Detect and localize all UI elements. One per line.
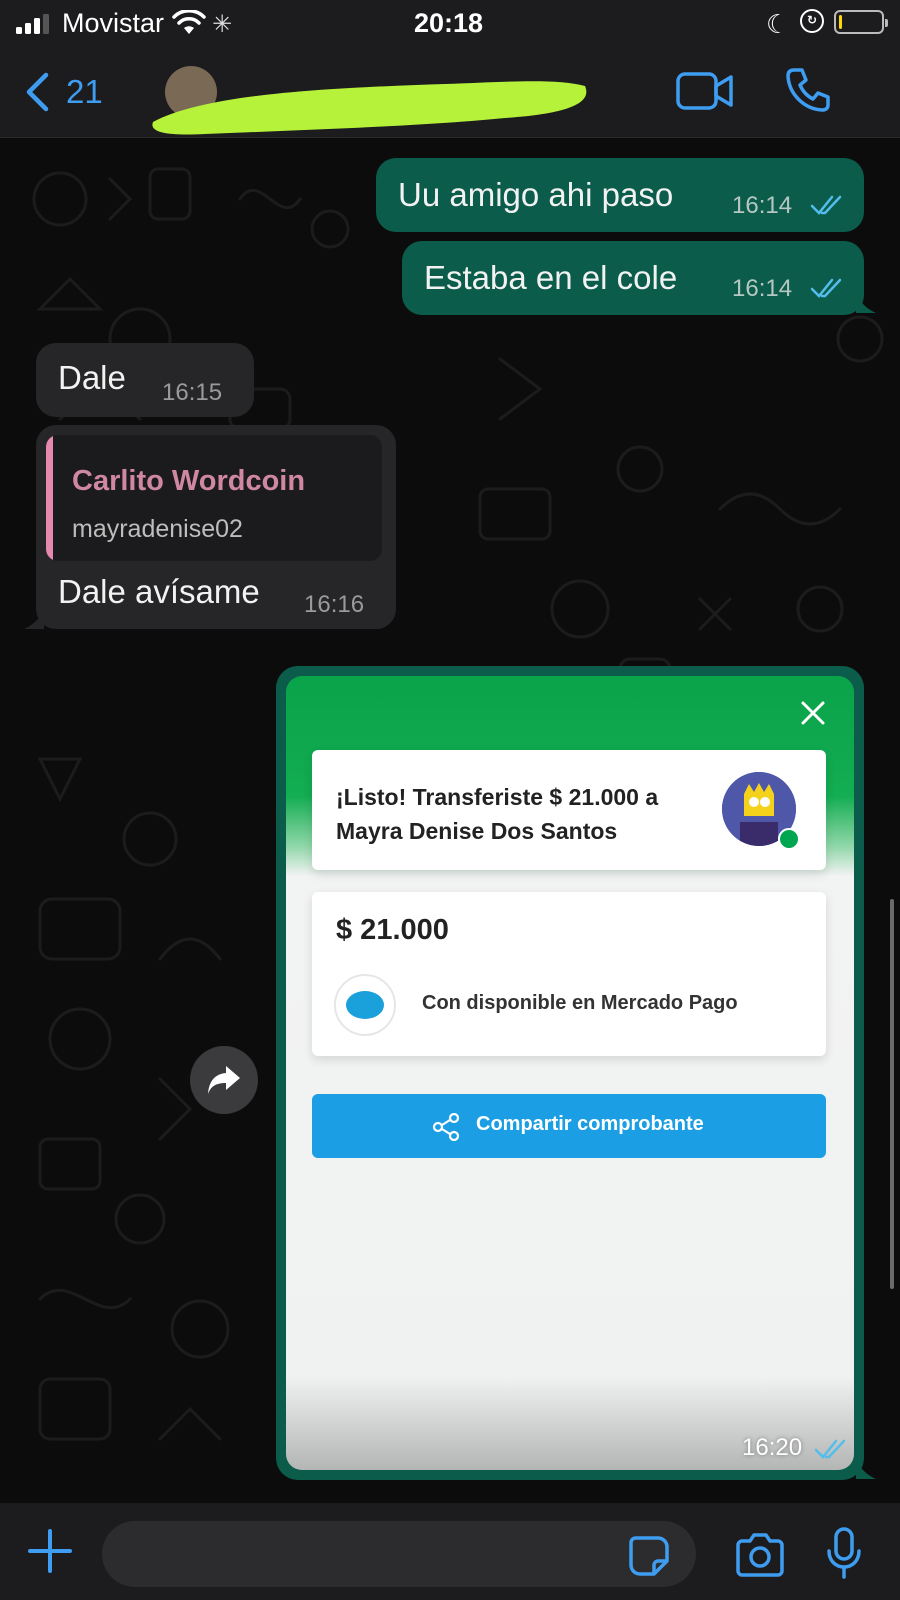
chat-area[interactable]: Uu amigo ahi paso 16:14 Estaba en el col…: [0, 139, 900, 1503]
microphone-icon[interactable]: [826, 1527, 862, 1579]
receipt-screenshot: ¡Listo! Transferiste $ 21.000 a Mayra De…: [286, 676, 854, 1470]
close-icon: [801, 701, 825, 725]
bubble-tail: [24, 609, 44, 629]
carrier-name: Movistar: [62, 8, 165, 38]
chat-header: 21: [0, 46, 900, 138]
back-button[interactable]: 21: [24, 68, 103, 116]
message-text: Dale avísame: [58, 573, 260, 610]
forward-arrow-icon: [208, 1066, 240, 1094]
camera-icon[interactable]: [734, 1533, 786, 1577]
quote-accent-bar: [46, 435, 53, 561]
share-receipt-label: Compartir comprobante: [476, 1113, 704, 1135]
quoted-text: mayradenise02: [72, 515, 243, 543]
receipt-amount-card: $ 21.000 Con disponible en Mercado Pago: [312, 892, 826, 1056]
receipt-title: ¡Listo! Transferiste $ 21.000 a Mayra De…: [336, 784, 659, 844]
quoted-message[interactable]: Carlito Wordcoin mayradenise02: [46, 435, 382, 561]
forward-button[interactable]: [190, 1046, 258, 1114]
sticker-icon[interactable]: [628, 1535, 670, 1577]
chevron-left-icon: [26, 72, 49, 112]
message-input[interactable]: [102, 1521, 696, 1587]
quoted-sender-name: Carlito Wordcoin: [72, 465, 306, 497]
bubble-tail: [856, 1459, 876, 1479]
message-text: Estaba en el cole: [424, 259, 678, 296]
read-receipt-icon: [810, 195, 842, 215]
payment-source: Con disponible en Mercado Pago: [422, 992, 738, 1014]
read-receipt-icon: [810, 278, 842, 298]
battery-icon: [834, 10, 888, 34]
read-receipt-icon: [814, 1439, 846, 1459]
do-not-disturb-icon: ☾: [766, 9, 790, 39]
orientation-lock-icon: ↻: [800, 9, 824, 33]
message-time: 16:14: [732, 192, 793, 219]
video-call-icon[interactable]: [676, 70, 734, 112]
message-bubble-outgoing[interactable]: Uu amigo ahi paso 16:14: [376, 158, 864, 232]
message-input-bar: [0, 1503, 900, 1600]
cellular-signal-icon: [16, 14, 49, 34]
verified-check-icon: [778, 828, 800, 850]
message-bubble-incoming[interactable]: Carlito Wordcoin mayradenise02 Dale avís…: [36, 425, 396, 629]
message-bubble-outgoing[interactable]: Estaba en el cole 16:14: [402, 241, 864, 315]
scrollbar[interactable]: [890, 899, 894, 1289]
redaction-scribble: [152, 81, 587, 135]
plus-icon[interactable]: [28, 1529, 72, 1573]
receipt-header-card: ¡Listo! Transferiste $ 21.000 a Mayra De…: [312, 750, 826, 870]
message-text: Uu amigo ahi paso: [398, 176, 674, 213]
wifi-icon: [172, 10, 206, 34]
bubble-tail: [856, 293, 876, 313]
mercado-pago-logo-icon: [334, 974, 396, 1036]
message-time: 16:20: [742, 1434, 803, 1461]
message-time: 16:14: [732, 275, 793, 302]
status-bar: Movistar ✳ 20:18 ☾ ↻: [0, 0, 900, 46]
activity-spinner-icon: ✳: [212, 11, 233, 38]
phone-call-icon[interactable]: [784, 66, 832, 114]
image-message-bubble[interactable]: ¡Listo! Transferiste $ 21.000 a Mayra De…: [276, 666, 864, 1480]
status-time: 20:18: [414, 8, 484, 38]
unread-count: 21: [66, 73, 103, 110]
message-time: 16:15: [162, 379, 223, 406]
message-bubble-incoming[interactable]: Dale 16:15: [36, 343, 254, 417]
share-icon: [432, 1113, 460, 1141]
battery-level: [839, 15, 842, 29]
message-text: Dale: [58, 359, 126, 396]
receipt-amount: $ 21.000: [336, 914, 449, 946]
message-time: 16:16: [304, 591, 365, 618]
share-receipt-button: Compartir comprobante: [312, 1094, 826, 1158]
